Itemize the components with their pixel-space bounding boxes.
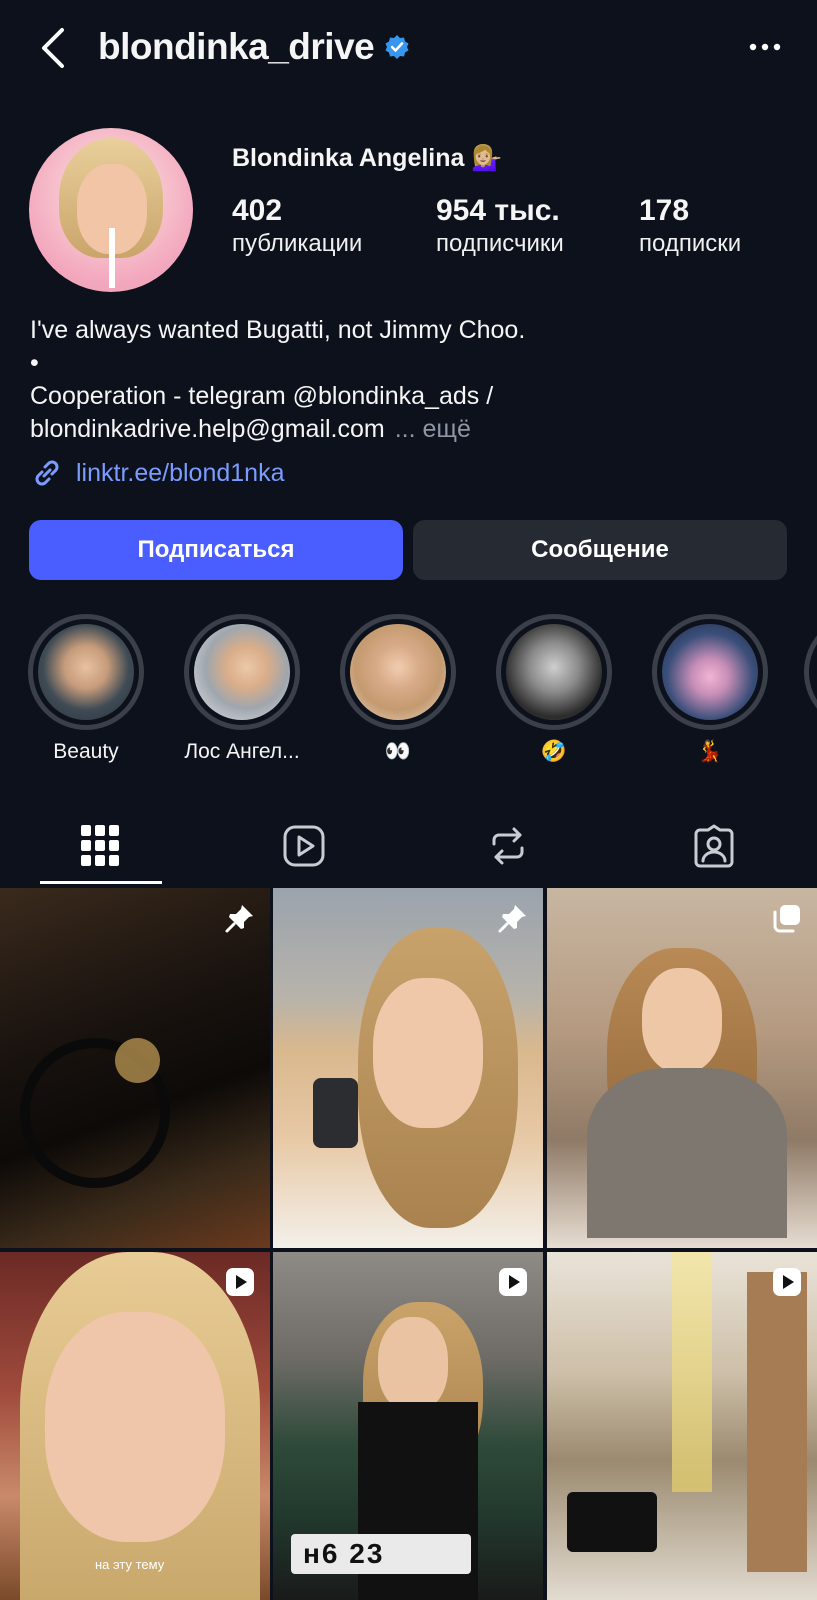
link-icon: [35, 460, 59, 486]
post-thumbnail[interactable]: н6 23: [273, 1252, 543, 1600]
stat-following-value: 178: [639, 194, 690, 227]
stat-following[interactable]: 178 подписки: [639, 194, 741, 258]
stat-posts[interactable]: 402 публикации: [232, 194, 362, 258]
reposts-icon: [492, 827, 524, 865]
highlight-laugh[interactable]: 🤣: [492, 614, 616, 764]
highlight-label: 🤣: [540, 740, 568, 763]
post-thumbnail[interactable]: [273, 888, 543, 1248]
profile-link[interactable]: linktr.ee/blond1nka: [30, 456, 284, 490]
more-options-icon[interactable]: [747, 34, 783, 60]
verified-badge-icon: [385, 35, 409, 59]
profile-username: blondinka_drive: [98, 26, 410, 68]
tagged-icon: [694, 824, 734, 868]
post-thumbnail[interactable]: [547, 888, 817, 1248]
stat-followers[interactable]: 954 тыс. подписчики: [436, 194, 564, 258]
highlight-label: 💃: [696, 740, 724, 763]
grid-icon: [81, 825, 119, 866]
carousel-icon: [773, 905, 800, 933]
profile-bio: I've always wanted Bugatti, not Jimmy Ch…: [30, 314, 790, 446]
tab-reels[interactable]: [274, 820, 334, 872]
tab-reposts[interactable]: [478, 820, 538, 872]
tab-grid[interactable]: [70, 820, 130, 872]
stat-posts-value: 402: [232, 194, 283, 227]
bio-line: blondinkadrive.help@gmail.com ... ещё: [30, 413, 790, 446]
reels-icon: [283, 825, 325, 867]
bio-more-link[interactable]: ... ещё: [395, 415, 471, 443]
message-button[interactable]: Сообщение: [413, 520, 787, 580]
back-chevron-icon[interactable]: [34, 26, 74, 70]
highlight-beauty[interactable]: Beauty: [24, 614, 148, 764]
stat-following-label: подписки: [639, 230, 742, 257]
highlight-dancer[interactable]: 💃: [648, 614, 772, 764]
bio-line: Cooperation - telegram @blondinka_ads /: [30, 382, 494, 410]
post-thumbnail[interactable]: на эту тему: [0, 1252, 270, 1600]
reel-play-icon: [773, 1268, 801, 1296]
highlight-label: 👀: [384, 740, 412, 763]
highlight-eyes[interactable]: 👀: [336, 614, 460, 764]
post-thumbnail[interactable]: [0, 888, 270, 1248]
stat-followers-label: подписчики: [436, 230, 564, 257]
highlight-los-angeles[interactable]: Лос Ангел...: [180, 614, 304, 764]
highlight-label: Beauty: [53, 740, 119, 763]
reel-play-icon: [499, 1268, 527, 1296]
reel-play-icon: [226, 1268, 254, 1296]
display-name: Blondinka Angelina 💁🏼‍♀️: [232, 144, 503, 172]
highlight-label: Лос Ангел...: [184, 740, 300, 763]
bio-line: •: [30, 349, 39, 377]
tab-tagged[interactable]: [684, 820, 744, 872]
profile-avatar[interactable]: [29, 128, 193, 292]
username-text: blondinka_drive: [98, 26, 375, 67]
active-tab-indicator: [40, 881, 162, 884]
post-caption: на эту тему: [95, 1557, 165, 1572]
pinned-icon: [225, 905, 253, 933]
link-text[interactable]: linktr.ee/blond1nka: [76, 459, 284, 488]
follow-button[interactable]: Подписаться: [29, 520, 403, 580]
stat-followers-value: 954 тыс.: [436, 194, 560, 227]
pinned-icon: [498, 905, 526, 933]
bio-email[interactable]: blondinkadrive.help@gmail.com: [30, 415, 385, 443]
highlight-partial[interactable]: [804, 614, 817, 730]
post-thumbnail[interactable]: [547, 1252, 817, 1600]
stat-posts-label: публикации: [232, 230, 363, 257]
bio-line: I've always wanted Bugatti, not Jimmy Ch…: [30, 316, 526, 344]
license-plate: н6 23: [291, 1534, 471, 1574]
